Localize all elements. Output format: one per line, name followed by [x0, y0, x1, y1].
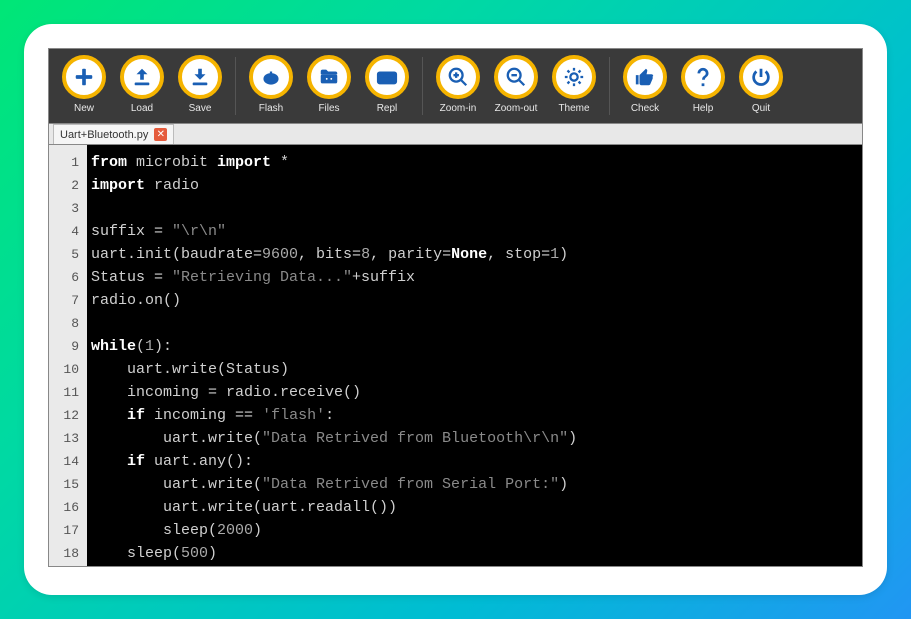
zoom-out-icon — [494, 55, 538, 99]
line-number: 13 — [49, 427, 79, 450]
code-line[interactable]: if uart.any(): — [91, 450, 862, 473]
line-number: 10 — [49, 358, 79, 381]
toolbar-label: Theme — [558, 103, 589, 114]
code-line[interactable]: uart.write(uart.readall()) — [91, 496, 862, 519]
line-number: 8 — [49, 312, 79, 335]
code-line[interactable]: from microbit import * — [91, 151, 862, 174]
code-line[interactable]: uart.write("Data Retrived from Bluetooth… — [91, 427, 862, 450]
plus-icon — [62, 55, 106, 99]
files-button[interactable]: Files — [300, 53, 358, 114]
toolbar-label: Save — [189, 103, 212, 114]
download-icon — [178, 55, 222, 99]
line-number: 12 — [49, 404, 79, 427]
repl-button[interactable]: Repl — [358, 53, 416, 114]
toolbar-label: Load — [131, 103, 153, 114]
load-button[interactable]: Load — [113, 53, 171, 114]
toolbar-label: Help — [693, 103, 714, 114]
line-number: 11 — [49, 381, 79, 404]
code-line[interactable] — [91, 312, 862, 335]
line-number: 4 — [49, 220, 79, 243]
code-editor[interactable]: 123456789101112131415161718 from microbi… — [49, 145, 862, 566]
code-line[interactable]: uart.write("Data Retrived from Serial Po… — [91, 473, 862, 496]
toolbar: New Load Save Flash Files — [49, 49, 862, 123]
thumbs-up-icon — [623, 55, 667, 99]
code-line[interactable]: incoming = radio.receive() — [91, 381, 862, 404]
line-number: 17 — [49, 519, 79, 542]
line-number: 5 — [49, 243, 79, 266]
line-number: 6 — [49, 266, 79, 289]
toolbar-label: Zoom-out — [495, 103, 538, 114]
ide-window: New Load Save Flash Files — [48, 48, 863, 567]
code-line[interactable]: sleep(500) — [91, 542, 862, 565]
chip-icon — [249, 55, 293, 99]
line-number: 7 — [49, 289, 79, 312]
tab-filename: Uart+Bluetooth.py — [60, 129, 148, 141]
toolbar-label: Repl — [377, 103, 398, 114]
upload-icon — [120, 55, 164, 99]
zoomin-button[interactable]: Zoom-in — [429, 53, 487, 114]
line-number: 3 — [49, 197, 79, 220]
code-line[interactable]: uart.init(baudrate=9600, bits=8, parity=… — [91, 243, 862, 266]
new-button[interactable]: New — [55, 53, 113, 114]
zoomout-button[interactable]: Zoom-out — [487, 53, 545, 114]
help-button[interactable]: Help — [674, 53, 732, 114]
flash-button[interactable]: Flash — [242, 53, 300, 114]
theme-button[interactable]: Theme — [545, 53, 603, 114]
quit-button[interactable]: Quit — [732, 53, 790, 114]
code-line[interactable]: Status = "Retrieving Data..."+suffix — [91, 266, 862, 289]
toolbar-separator — [235, 57, 236, 115]
toolbar-label: Flash — [259, 103, 283, 114]
line-number: 15 — [49, 473, 79, 496]
code-line[interactable]: sleep(2000) — [91, 519, 862, 542]
folder-icon — [307, 55, 351, 99]
line-number: 1 — [49, 151, 79, 174]
code-line[interactable]: import radio — [91, 174, 862, 197]
zoom-in-icon — [436, 55, 480, 99]
save-button[interactable]: Save — [171, 53, 229, 114]
keyboard-icon — [365, 55, 409, 99]
code-line[interactable]: while(1): — [91, 335, 862, 358]
code-line[interactable]: if incoming == 'flash': — [91, 404, 862, 427]
toolbar-separator — [609, 57, 610, 115]
toolbar-label: Zoom-in — [440, 103, 477, 114]
check-button[interactable]: Check — [616, 53, 674, 114]
toolbar-label: Check — [631, 103, 659, 114]
question-icon — [681, 55, 725, 99]
code-line[interactable]: uart.write(Status) — [91, 358, 862, 381]
card-frame: New Load Save Flash Files — [24, 24, 887, 595]
power-icon — [739, 55, 783, 99]
toolbar-label: Files — [318, 103, 339, 114]
close-icon[interactable]: ✕ — [154, 128, 167, 141]
line-number: 14 — [49, 450, 79, 473]
toolbar-label: New — [74, 103, 94, 114]
code-area[interactable]: from microbit import *import radio suffix… — [87, 145, 862, 566]
line-number-gutter: 123456789101112131415161718 — [49, 145, 87, 566]
code-line[interactable]: radio.on() — [91, 289, 862, 312]
tab-bar: Uart+Bluetooth.py ✕ — [49, 123, 862, 145]
line-number: 16 — [49, 496, 79, 519]
file-tab[interactable]: Uart+Bluetooth.py ✕ — [53, 124, 174, 144]
toolbar-label: Quit — [752, 103, 770, 114]
line-number: 18 — [49, 542, 79, 565]
toolbar-separator — [422, 57, 423, 115]
code-line[interactable] — [91, 197, 862, 220]
code-line[interactable]: suffix = "\r\n" — [91, 220, 862, 243]
line-number: 9 — [49, 335, 79, 358]
line-number: 2 — [49, 174, 79, 197]
sun-icon — [552, 55, 596, 99]
